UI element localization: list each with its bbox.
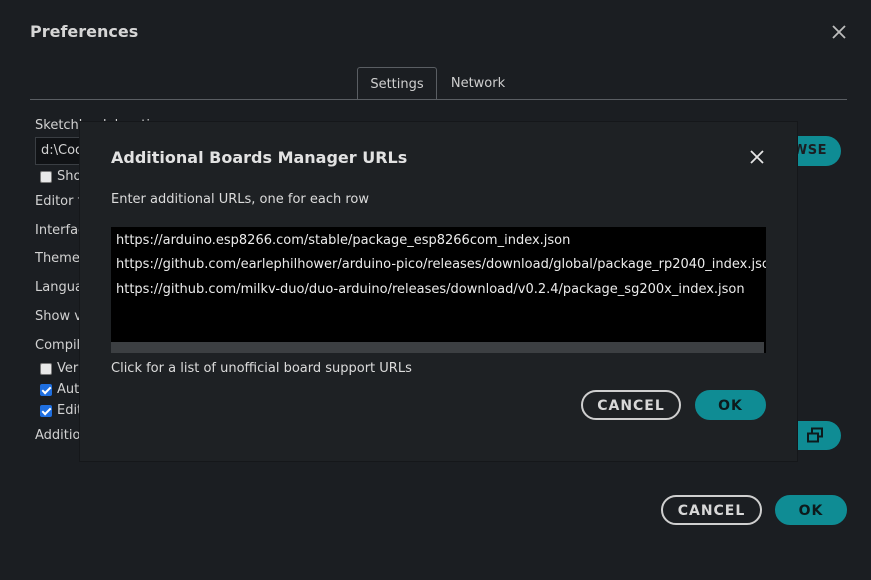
- tab-network[interactable]: Network: [441, 67, 515, 100]
- editor-quick-suggestions-label: Edit: [57, 403, 83, 418]
- dialog-cancel-button[interactable]: CANCEL: [581, 390, 681, 420]
- interface-scale-label: Interfac: [35, 223, 86, 238]
- tab-settings[interactable]: Settings: [357, 67, 437, 100]
- url-line: https://github.com/earlephilhower/arduin…: [116, 257, 766, 272]
- verify-label: Veri: [57, 361, 82, 376]
- show-verbose-label: Show v: [35, 309, 82, 324]
- additional-urls-label: Additio: [35, 428, 81, 443]
- editor-font-label: Editor f: [35, 194, 83, 209]
- dialog-ok-button[interactable]: OK: [695, 390, 766, 420]
- urls-textarea[interactable]: https://arduino.esp8266.com/stable/packa…: [111, 227, 766, 353]
- horizontal-scrollbar[interactable]: [111, 342, 764, 353]
- preferences-title: Preferences: [30, 22, 139, 41]
- open-window-icon: [807, 427, 823, 443]
- preferences-ok-button[interactable]: OK: [775, 495, 847, 525]
- close-icon[interactable]: [828, 21, 850, 43]
- editor-quick-suggestions-checkbox[interactable]: [40, 405, 52, 417]
- theme-label: Theme:: [35, 251, 85, 266]
- show-files-checkbox[interactable]: [40, 171, 52, 183]
- dialog-title: Additional Boards Manager URLs: [111, 148, 408, 167]
- additional-urls-dialog: Additional Boards Manager URLs Enter add…: [80, 122, 797, 461]
- preferences-cancel-button[interactable]: CANCEL: [661, 495, 762, 525]
- unofficial-urls-link[interactable]: Click for a list of unofficial board sup…: [111, 361, 412, 376]
- auto-save-label: Aut: [57, 382, 80, 397]
- language-label: Langua: [35, 280, 83, 295]
- verify-checkbox[interactable]: [40, 363, 52, 375]
- tabs-divider: [30, 99, 847, 100]
- close-icon[interactable]: [746, 146, 768, 168]
- url-line: https://github.com/milkv-duo/duo-arduino…: [116, 282, 745, 297]
- auto-save-checkbox[interactable]: [40, 384, 52, 396]
- compiler-warnings-label: Compil: [35, 338, 81, 353]
- url-line: https://arduino.esp8266.com/stable/packa…: [116, 233, 571, 248]
- dialog-instructions: Enter additional URLs, one for each row: [111, 192, 370, 207]
